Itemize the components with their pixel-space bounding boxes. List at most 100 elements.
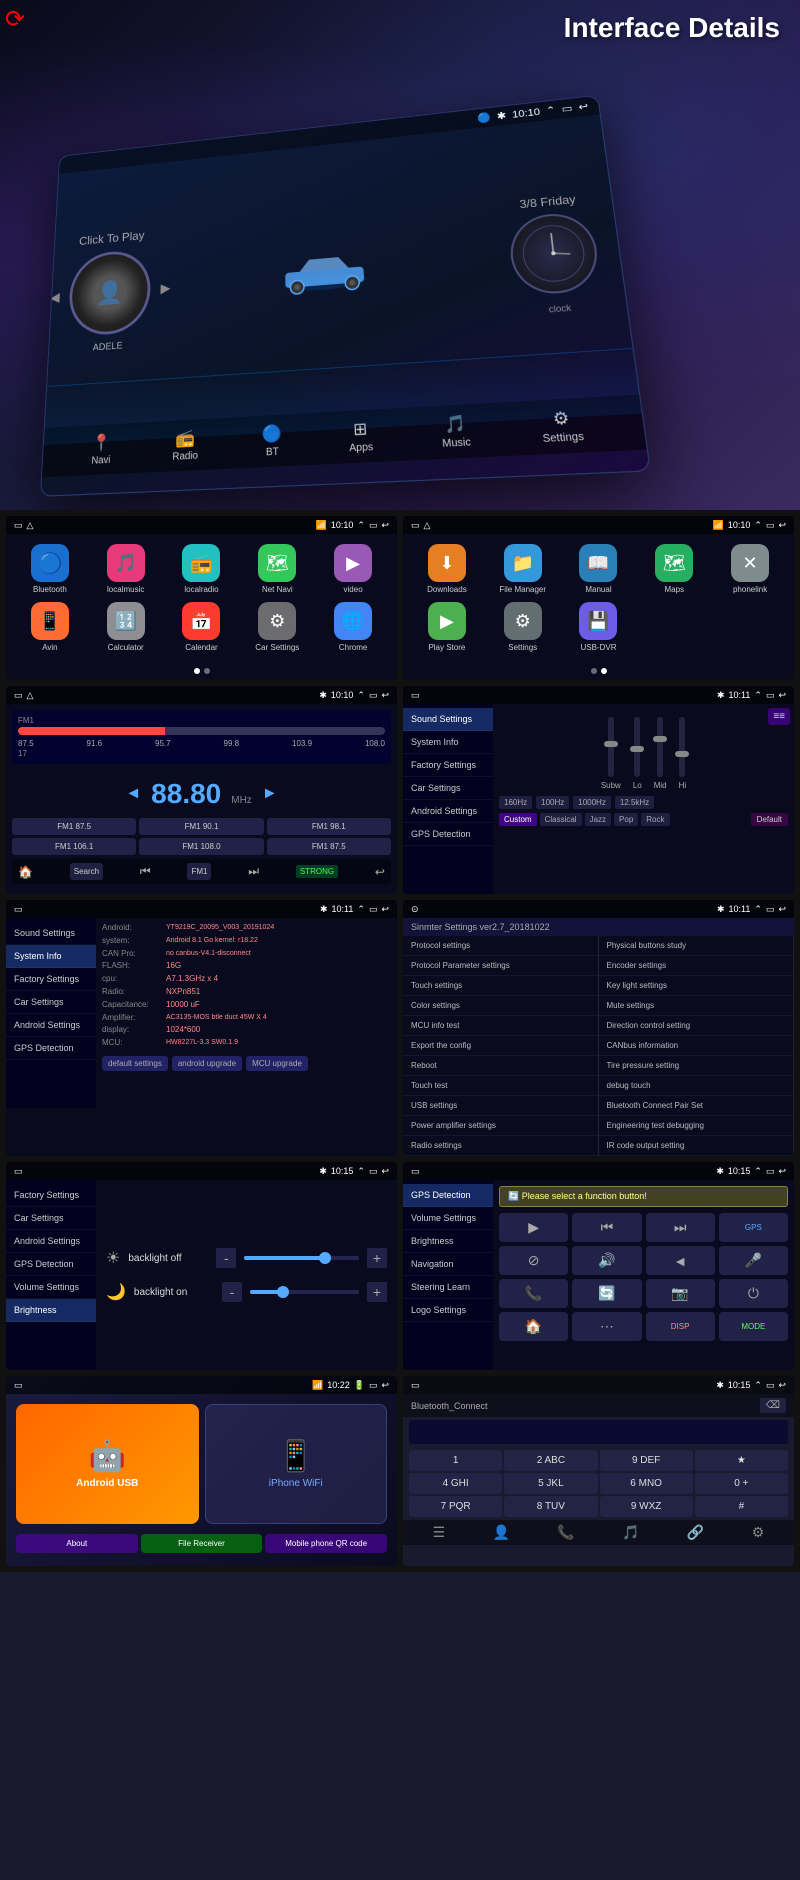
app-avin[interactable]: 📱 Avin [16, 602, 84, 652]
param-radio-settings[interactable]: Radio settings [403, 1136, 598, 1156]
param-color[interactable]: Color settings [403, 996, 598, 1016]
gps-prev-btn[interactable]: ⏮ [572, 1213, 641, 1242]
gps-cam-btn[interactable]: 📷 [646, 1279, 715, 1308]
param-mute[interactable]: Mute settings [599, 996, 794, 1016]
param-encoder[interactable]: Encoder settings [599, 956, 794, 976]
gps-power-btn[interactable]: ⏻ [719, 1279, 788, 1308]
menu-steering-gps[interactable]: Steering Learn [403, 1276, 493, 1299]
app-maps[interactable]: 🗺 Maps [640, 544, 708, 594]
bt-nav-contacts-icon[interactable]: 👤 [493, 1524, 510, 1541]
next-btn-radio[interactable]: ⏭ [248, 864, 259, 879]
key-2abc[interactable]: 2 ABC [504, 1450, 597, 1471]
param-ir[interactable]: IR code output setting [599, 1136, 794, 1156]
bt-nav-settings-icon[interactable]: ⚙ [752, 1524, 765, 1541]
app-localmusic[interactable]: 🎵 localmusic [92, 544, 160, 594]
app-calculator[interactable]: 🔢 Calculator [92, 602, 160, 652]
menu-sound-sysinfo[interactable]: Sound Settings [6, 922, 96, 945]
gps-home-btn[interactable]: 🏠 [499, 1312, 568, 1341]
app-filemanager[interactable]: 📁 File Manager [489, 544, 557, 594]
param-reboot[interactable]: Reboot [403, 1056, 598, 1076]
home-btn-radio[interactable]: 🏠 [18, 865, 33, 879]
return-btn-radio[interactable]: ↩ [375, 865, 385, 879]
brightness-off-slider[interactable] [244, 1256, 359, 1260]
param-direction[interactable]: Direction control setting [599, 1016, 794, 1036]
iphone-wifi-item[interactable]: 📱 iPhone WiFi [205, 1404, 388, 1524]
brightness-off-minus[interactable]: - [216, 1248, 236, 1268]
param-protocol-params[interactable]: Protocol Parameter settings [403, 956, 598, 976]
freq-100hz[interactable]: 100Hz [536, 796, 569, 809]
menu-gps-active[interactable]: GPS Detection [403, 1184, 493, 1207]
menu-brightness-active[interactable]: Brightness [6, 1299, 96, 1322]
param-usb[interactable]: USB settings [403, 1096, 598, 1116]
brightness-on-slider[interactable] [250, 1290, 359, 1294]
mode-custom[interactable]: Custom [499, 813, 537, 826]
param-physical-buttons[interactable]: Physical buttons study [599, 936, 794, 956]
preset-2[interactable]: FM1 90.1 [139, 818, 263, 835]
mode-rock[interactable]: Rock [641, 813, 669, 826]
about-btn[interactable]: About [16, 1534, 138, 1553]
freq-160hz[interactable]: 160Hz [499, 796, 532, 809]
bt-nav-link-icon[interactable]: 🔗 [687, 1524, 704, 1541]
menu-android-brightness[interactable]: Android Settings [6, 1230, 96, 1253]
mode-pop[interactable]: Pop [614, 813, 638, 826]
gps-disp-btn[interactable]: DISP [646, 1312, 715, 1341]
album-art[interactable]: 👤 [68, 248, 152, 337]
lo-track[interactable] [634, 717, 640, 777]
freq-1000hz[interactable]: 1000Hz [573, 796, 611, 809]
fm1-btn[interactable]: FM1 [187, 863, 211, 880]
app-chrome[interactable]: 🌐 Chrome [319, 602, 387, 652]
menu-logo-gps[interactable]: Logo Settings [403, 1299, 493, 1322]
gps-mode-btn[interactable]: MODE [719, 1312, 788, 1341]
preset-6[interactable]: FM1 87.5 [267, 838, 391, 855]
default-settings-btn[interactable]: default settings [102, 1056, 168, 1071]
menu-factory[interactable]: Factory Settings [403, 754, 493, 777]
mode-classical[interactable]: Classical [540, 813, 582, 826]
app-usbdvr[interactable]: 💾 USB-DVR [565, 602, 633, 652]
bt-nav-menu-icon[interactable]: ☰ [433, 1524, 446, 1541]
key-0plus[interactable]: 0 + [695, 1473, 788, 1494]
menu-navigation-gps[interactable]: Navigation [403, 1253, 493, 1276]
param-canbus[interactable]: CANbus information [599, 1036, 794, 1056]
app-carsettings[interactable]: ⚙ Car Settings [243, 602, 311, 652]
param-power-amp[interactable]: Power amplifier settings [403, 1116, 598, 1136]
key-6mno[interactable]: 6 MNO [600, 1473, 693, 1494]
app-downloads[interactable]: ⬇ Downloads [413, 544, 481, 594]
brightness-on-minus[interactable]: - [222, 1282, 242, 1302]
android-usb-item[interactable]: 🤖 Android USB [16, 1404, 199, 1524]
file-receiver-btn[interactable]: File Receiver [141, 1534, 263, 1553]
param-touch-test[interactable]: Touch test [403, 1076, 598, 1096]
key-4ghi[interactable]: 4 GHI [409, 1473, 502, 1494]
param-key-light[interactable]: Key light settings [599, 976, 794, 996]
menu-gps-sysinfo[interactable]: GPS Detection [6, 1037, 96, 1060]
key-star[interactable]: ★ [695, 1450, 788, 1471]
param-export[interactable]: Export the config [403, 1036, 598, 1056]
menu-car-brightness[interactable]: Car Settings [6, 1207, 96, 1230]
preset-1[interactable]: FM1 87.5 [12, 818, 136, 835]
app-calendar[interactable]: 📅 Calendar [168, 602, 236, 652]
menu-gps[interactable]: GPS Detection [403, 823, 493, 846]
key-1[interactable]: 1 [409, 1450, 502, 1471]
menu-gps-brightness[interactable]: GPS Detection [6, 1253, 96, 1276]
freq-12khz[interactable]: 12.5kHz [615, 796, 654, 809]
key-7pqr[interactable]: 7 PQR [409, 1496, 502, 1517]
param-bt-connect[interactable]: Bluetooth Connect Pair Set [599, 1096, 794, 1116]
menu-brightness-gps[interactable]: Brightness [403, 1230, 493, 1253]
bt-backspace-btn[interactable]: ⌫ [760, 1398, 786, 1413]
app-phonelink[interactable]: ✕ phonelink [716, 544, 784, 594]
key-9wxz[interactable]: 9 WXZ [600, 1496, 693, 1517]
key-hash[interactable]: # [695, 1496, 788, 1517]
gps-phone-btn[interactable]: 📞 [499, 1279, 568, 1308]
bt-nav-phone-icon[interactable]: 📞 [557, 1524, 574, 1541]
qr-code-btn[interactable]: Mobile phone QR code [265, 1534, 387, 1553]
menu-car-sysinfo[interactable]: Car Settings [6, 991, 96, 1014]
preset-5[interactable]: FM1 108.0 [139, 838, 263, 855]
param-touch[interactable]: Touch settings [403, 976, 598, 996]
gps-menu-btn[interactable]: ⋯ [572, 1312, 641, 1341]
freq-down-button[interactable]: ◄ [125, 785, 141, 803]
gps-play-btn[interactable]: ▶ [499, 1213, 568, 1242]
menu-android-sysinfo[interactable]: Android Settings [6, 1014, 96, 1037]
brightness-on-plus[interactable]: + [367, 1282, 387, 1302]
preset-4[interactable]: FM1 106.1 [12, 838, 136, 855]
mid-track[interactable] [657, 717, 663, 777]
menu-factory-brightness[interactable]: Factory Settings [6, 1184, 96, 1207]
